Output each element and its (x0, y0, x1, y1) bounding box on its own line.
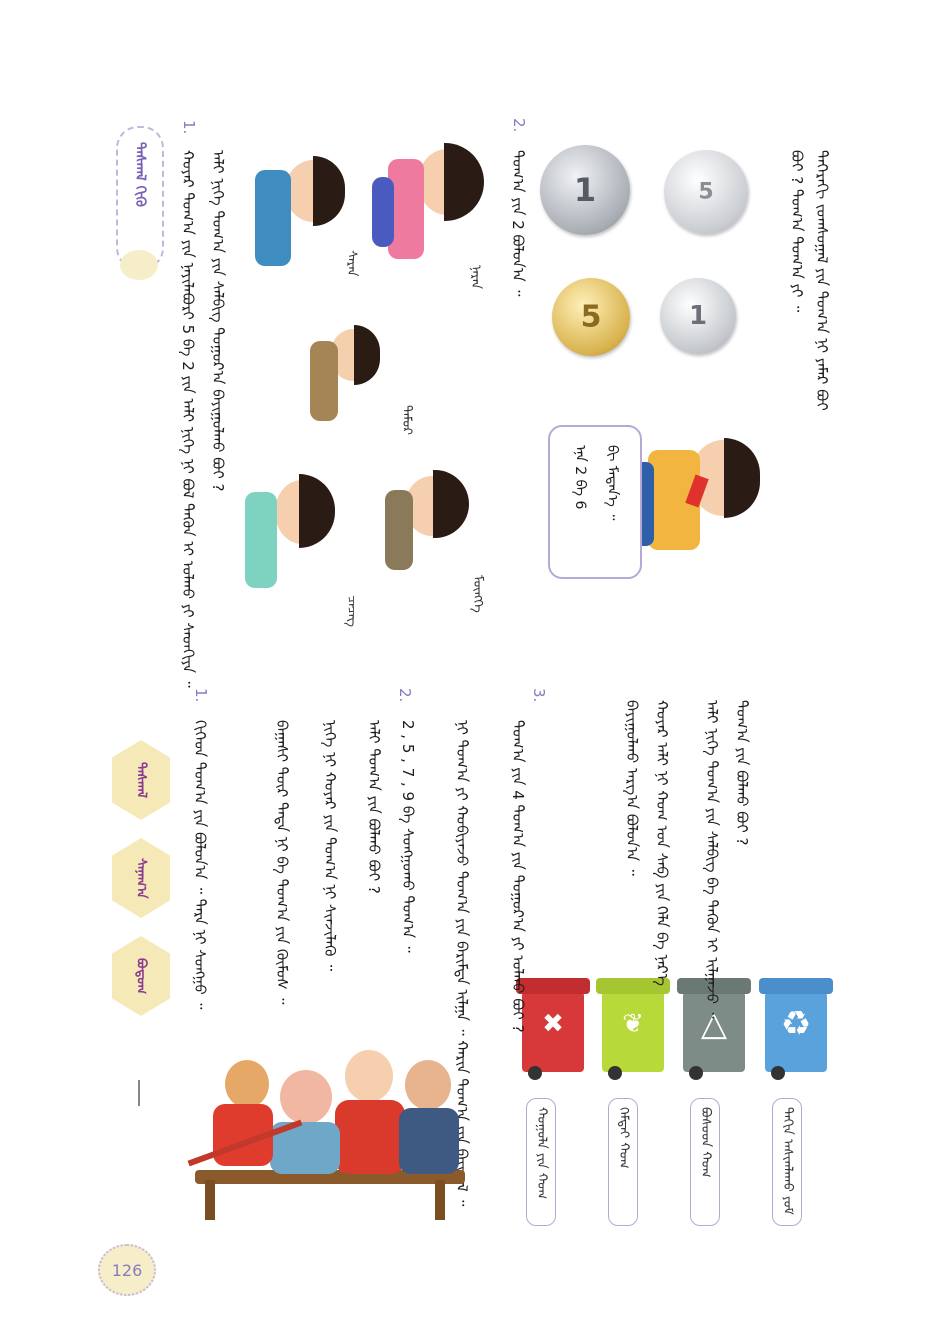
right-text-line-1: ᠠᠯᠢ ᠨᠢᠭᠡ ᠲᠣᠭ᠎ᠠ ᠶᠢᠨ ᠰᠡᠯᠪᠢᠭ ᠪᠠ ᠲᠡᠭᠦᠨ ᠢ ᠢᠯᠭ… (703, 700, 721, 1019)
margin-divider (138, 1080, 140, 1106)
page-number: 126 (111, 1260, 143, 1280)
problem-2-number: 2. (510, 118, 528, 133)
recycle-bin-red: ✖ (516, 978, 590, 1080)
bin-label-recyclable: ᠳᠠᠬᠢᠨ ᠠᠰᠢᠭᠯᠠᠬᠤ ᠶᠤᠮ (772, 1098, 802, 1226)
problem-1-question: ᠠᠯᠢ ᠨᠢᠭᠡ ᠲᠣᠭ᠎ᠠ ᠶᠢᠨ ᠰᠡᠯᠪᠢᠭ ᠳᠣᠭᠤᠷ᠎ᠠ ᠪᠠᠶᠢᠭᠤ… (209, 150, 227, 492)
boy-on-phone-blue-illustration (255, 150, 345, 280)
problem-1-text: ᠬᠣᠶᠠᠷ ᠲᠣᠭ᠎ᠠ ᠶᠢᠨ ᠨᠡᠶᠢᠯᠡᠪᠦᠷᠢ 5 ᠪᠠ 2 ᠶᠢᠨ ᠠᠯ… (179, 150, 197, 688)
kid-name-saran: ᠰᠠᠷᠠᠨ (344, 250, 359, 277)
characters-on-bench-illustration (185, 1040, 475, 1220)
girl-on-phone-green-illustration (245, 470, 335, 620)
tag-think: ᠰᠠᠨᠠᠭ᠎ᠠ (112, 838, 170, 918)
speech-bubble-line-1: ᠪᠢ ᠮᠡᠳᠡᠨ᠎ᠡ ᠃ (604, 445, 620, 521)
boy-on-phone-brown-illustration (310, 325, 380, 435)
badge-bulb-shape (120, 250, 158, 280)
tag-practice: ᠳᠠᠰᠬᠠᠯ (112, 740, 170, 820)
coin-five-jiao: 5 (552, 278, 630, 356)
recycle-bin-green: ❦ (596, 978, 670, 1080)
recycle-icon: ♻ (780, 1004, 812, 1045)
coin-one-jiao: 1 (660, 278, 736, 354)
coin-one-yuan: 1 (540, 145, 630, 235)
item-3-line-1: ᠲᠣᠭ᠎ᠠ ᠶᠢᠨ 4 ᠲᠣᠭ᠎ᠠ ᠶᠢᠨ ᠳᠣᠭᠤᠷ᠎ᠠ ᠶᠢ ᠣᠯᠬᠤ ᠪᠤ… (509, 720, 527, 1033)
kitchen-waste-icon: ❦ (622, 1009, 644, 1040)
problem-1-number: 1. (180, 120, 198, 135)
bin-label-kitchen: ᠭᠡᠮᠲᠡᠶ ᠬᠣᠭ (608, 1098, 638, 1226)
item-2-line-3: ᠨᠢᠭᠡ ᠨᠢ ᠬᠣᠶᠠᠷ ᠶᠢᠨ ᠲᠣᠭ᠎ᠠ ᠨᠢ ᠰᠢᠨᠵᠢᠯᠡᠬᠦ ᠃ (321, 720, 339, 971)
page-number-badge: 126 (98, 1244, 156, 1296)
bin-label-hazardous: ᠬᠣᠭᠤᠯᠠ ᠶᠢᠨ ᠬᠣᠭ (526, 1098, 556, 1226)
item-1-line-1: ᠪᠠᠭᠠᠰᠢ ᠳᠦᠷ ᠲᠡᠳᠡ ᠨᠢ ᠪᠠ ᠲᠣᠭ᠎ᠠ ᠶᠢᠨ ᠬᠦᠮᠦᠰ ᠃ (273, 720, 291, 1005)
exercise-title-badge: ᠳᠠᠰᠬᠠᠯ ᠬᠢᠬᠦ (116, 126, 164, 270)
item-1-line-2: ᠬᠢᠭᠡᠳ ᠲᠣᠭ᠎ᠠ ᠶᠢᠨ ᠪᠣᠯᠤᠨ᠎ᠠ ᠃ ᠲᠡᠷᠡ ᠨᠢ ᠰᠣᠩᠭᠣ … (191, 720, 209, 1010)
coin-five-fen: 5 (664, 150, 748, 234)
speech-bubble-line-2: ᠡᠨᠡ 2 ᠪᠠ 6 (572, 445, 588, 510)
item-2-number: 2. (396, 688, 414, 703)
recycle-bin-blue: ♻ (759, 978, 833, 1080)
bin-label-other: ᠪᠤᠰᠤᠳ ᠬᠤᠭ (690, 1098, 720, 1226)
boy-with-scarf-illustration (620, 430, 760, 620)
hazardous-waste-icon: ✖ (542, 1009, 564, 1040)
right-text-line-3: ᠪᠠᠶᠢᠭᠤᠯᠬᠤ ᠠᠷᠭ᠎ᠠ ᠪᠣᠯᠤᠨ᠎ᠠ ᠃ (623, 700, 641, 876)
exercise-title-text: ᠳᠠᠰᠬᠠᠯ ᠬᠢᠬᠦ (132, 142, 148, 207)
right-text-line-2: ᠬᠣᠶᠠᠷ ᠠᠯᠢ ᠨᠢ ᠬᠣᠭ ᠤᠨ ᠰᠠᠪ ᠶᠢᠨ ᠬᠡᠯᠡ ᠪᠠ ᠨᠡᠷ᠎… (653, 700, 671, 986)
kid-name-monkh: ᠮᠥᠩᠭᠡ (470, 575, 485, 613)
speech-bubble: ᠪᠢ ᠮᠡᠳᠡᠨ᠎ᠡ ᠃ ᠡᠨᠡ 2 ᠪᠠ 6 (548, 425, 642, 579)
kid-name-temur: ᠲᠡᠮᠦᠷ (399, 405, 414, 436)
girl-on-phone-monkey-shirt-illustration (385, 470, 475, 600)
tag-solve: ᠪᠣᠳᠤᠭ (112, 936, 170, 1016)
item-2-line-2: ᠠᠯᠢ ᠲᠣᠭ᠎ᠠ ᠶᠢᠨ ᠪᠣᠯᠬᠤ ᠪᠤᠢ ? (365, 720, 383, 894)
item-1-number: 1. (192, 688, 210, 703)
item-3-number: 3. (530, 688, 548, 703)
intro-question-line-2: ᠪᠤᠢ ? ᠲᠣᠭ᠎ᠠ ᠲᠣᠭ᠎ᠠ ᠶᠢ ᠃ (788, 150, 806, 313)
kid-name-naran: ᠨᠠᠷᠠᠨ (468, 265, 483, 290)
problem-2-text: ᠲᠣᠭ᠎ᠠ ᠶᠢᠨ 2 ᠪᠣᠯᠤᠨ᠎ᠠ ᠃ (509, 150, 527, 297)
kid-name-tsetseg: ᠴᠡᠴᠡᠭ (344, 595, 359, 627)
intro-question-line: ᠳᠡᠭᠡᠷᠡᠬᠢ ᠵᠣᠭᠰᠤᠭᠠᠯ ᠶᠢᠨ ᠲᠣᠭ᠎ᠠ ᠨᠢ ᠶᠠᠮᠠᠷ ᠪᠤᠢ (813, 150, 831, 411)
right-intro-line: ᠲᠣᠭ᠎ᠠ ᠶᠢᠨ ᠪᠣᠯᠬᠤ ᠪᠤᠢ ? (733, 700, 751, 846)
item-2-line-1: 2 , 5 , 7 , 9 ᠪᠠ ᠰᠣᠩᠭᠣᠬᠤ ᠲᠣᠭ᠎ᠠ ᠃ (399, 720, 417, 953)
